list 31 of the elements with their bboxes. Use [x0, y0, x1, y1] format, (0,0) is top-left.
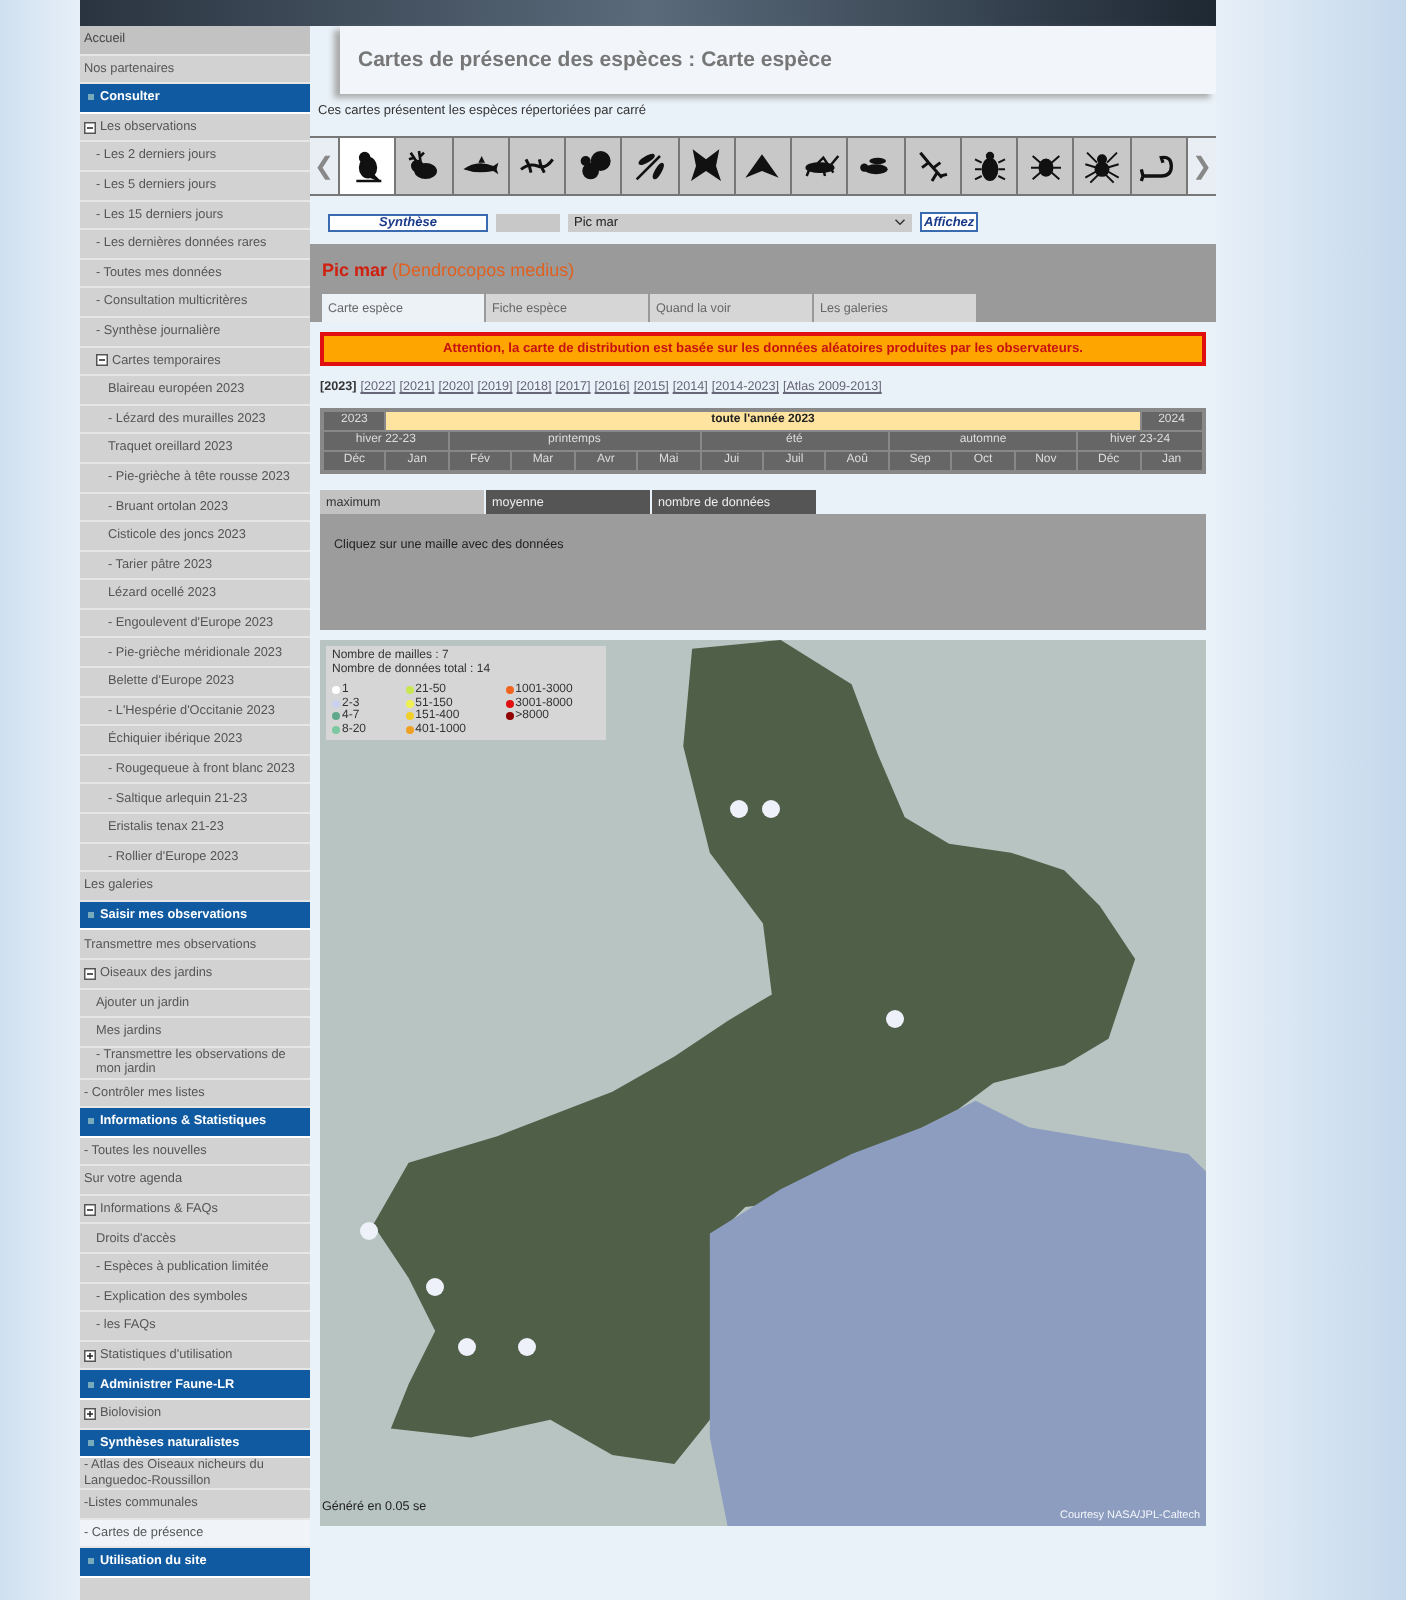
caret-icon: [894, 218, 906, 226]
taxon-tab[interactable]: [848, 138, 904, 194]
taxon-tab[interactable]: [340, 138, 395, 194]
taxon-tab[interactable]: [1018, 138, 1073, 194]
taxon-tab[interactable]: [679, 138, 734, 194]
collapse-icon[interactable]: [96, 354, 108, 367]
collapse-icon[interactable]: [84, 1203, 96, 1216]
taxon-tab[interactable]: [453, 138, 508, 194]
taxon-tab[interactable]: [735, 138, 791, 194]
input-field[interactable]: [496, 213, 560, 231]
taxon-tab[interactable]: [566, 138, 621, 194]
collapse-icon[interactable]: [84, 121, 96, 134]
species-latin-name: (Dendrocopos medius): [392, 260, 575, 280]
expand-icon[interactable]: [84, 1349, 96, 1362]
expand-icon[interactable]: [84, 1407, 96, 1420]
taxon-tab[interactable]: [792, 138, 847, 194]
collapse-icon[interactable]: [84, 967, 96, 980]
butterfly-icon: [686, 146, 727, 186]
taxon-tab[interactable]: [1131, 138, 1186, 194]
taxon-tab[interactable]: [1074, 138, 1130, 194]
taxon-tab[interactable]: [961, 138, 1017, 194]
taxon-tab[interactable]: [509, 138, 565, 194]
species-name: Pic mar: [322, 260, 388, 280]
taxon-tab[interactable]: [396, 138, 452, 194]
taxon-tab[interactable]: [905, 138, 960, 194]
previous-button[interactable]: ❮: [310, 138, 338, 194]
beetle-icon: [969, 146, 1010, 186]
page-title: Cartes de présence des espèces : Carte espèce: [358, 48, 832, 72]
taxon-tab[interactable]: [622, 138, 678, 194]
next-button[interactable]: ❯: [1188, 138, 1216, 194]
spider-icon: [1082, 146, 1123, 186]
